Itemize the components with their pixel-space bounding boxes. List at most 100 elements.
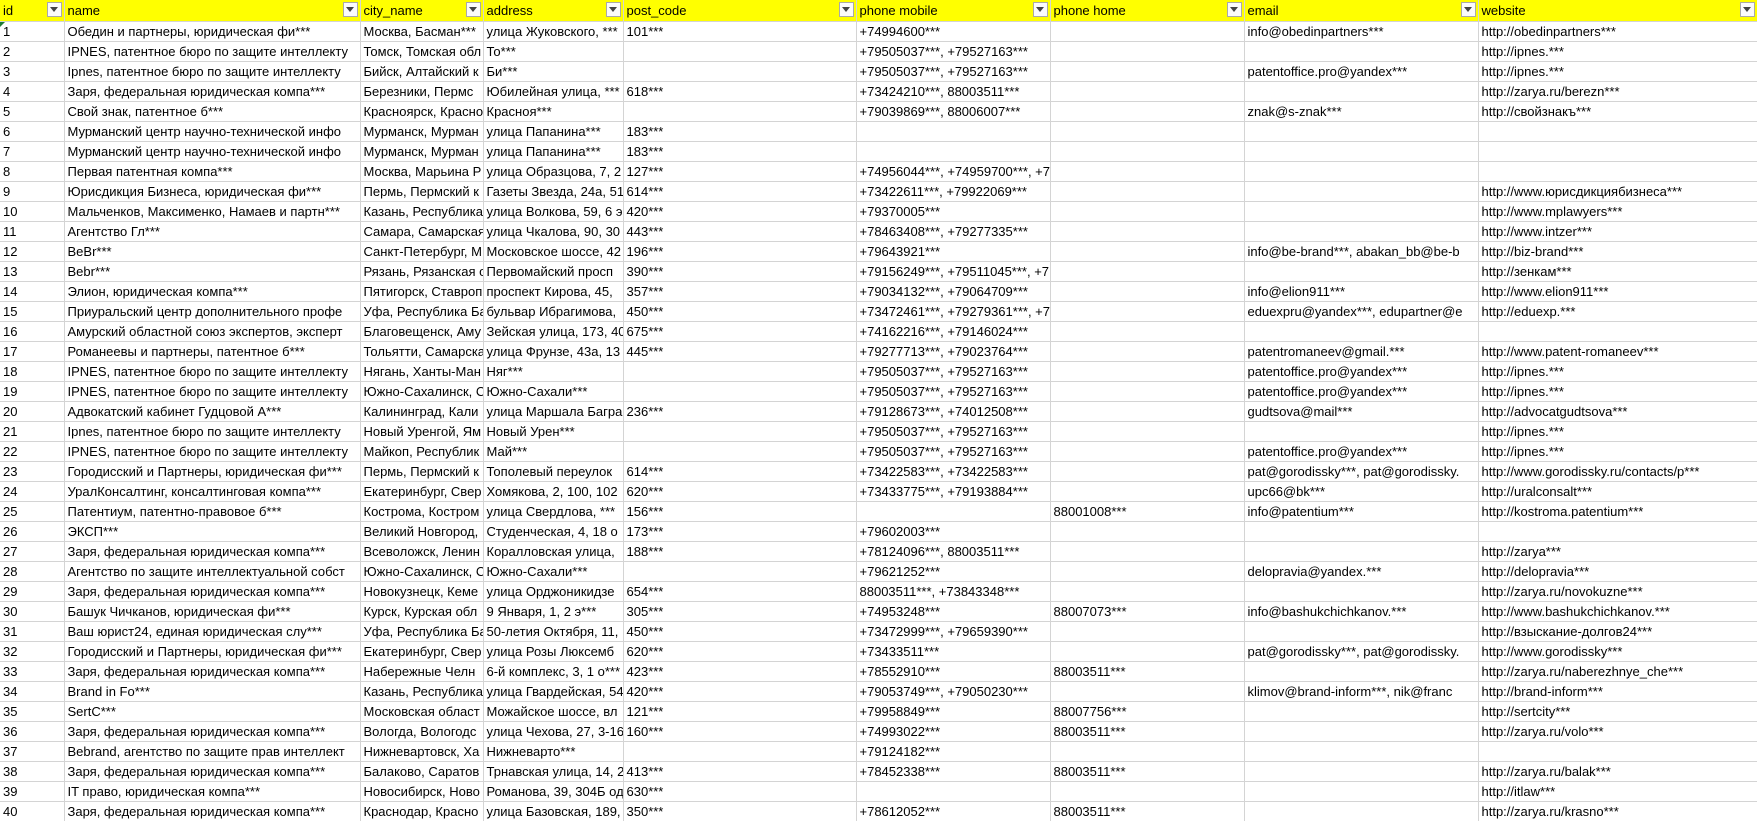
- table-cell[interactable]: [623, 441, 857, 462]
- table-cell[interactable]: +78452338***: [856, 761, 1051, 782]
- table-cell[interactable]: Новый Уренгой, Ям: [360, 421, 484, 442]
- table-cell[interactable]: Bebrand, агентство по защите прав интелл…: [64, 741, 361, 762]
- table-cell[interactable]: http://brand-inform***: [1478, 681, 1757, 702]
- table-cell[interactable]: ЭКСП***: [64, 521, 361, 542]
- table-cell[interactable]: Заря, федеральная юридическая компа***: [64, 541, 361, 562]
- table-cell[interactable]: Коралловская улица,: [483, 541, 624, 562]
- table-cell[interactable]: http://zarya.ru/naberezhnye_che***: [1478, 661, 1757, 682]
- table-cell[interactable]: [1244, 621, 1479, 642]
- table-cell[interactable]: [623, 381, 857, 402]
- table-cell[interactable]: То***: [483, 41, 624, 62]
- table-cell[interactable]: Южно-Сахалинск, С: [360, 381, 484, 402]
- table-cell[interactable]: улица Жуковского, ***: [483, 21, 624, 42]
- table-cell[interactable]: 614***: [623, 181, 857, 202]
- table-cell[interactable]: klimov@brand-inform***, nik@franc: [1244, 681, 1479, 702]
- table-cell[interactable]: 88003511***: [1050, 801, 1245, 821]
- table-cell[interactable]: http://www.bashukchichkanov.***: [1478, 601, 1757, 622]
- table-cell[interactable]: [623, 421, 857, 442]
- table-cell[interactable]: znak@s-znak***: [1244, 101, 1479, 122]
- table-cell[interactable]: eduexpru@yandex***, edupartner@e: [1244, 301, 1479, 322]
- table-cell[interactable]: [1050, 41, 1245, 62]
- table-cell[interactable]: Можайское шоссе, вл: [483, 701, 624, 722]
- table-cell[interactable]: 26: [0, 521, 65, 542]
- table-cell[interactable]: [1244, 421, 1479, 442]
- table-cell[interactable]: 445***: [623, 341, 857, 362]
- table-cell[interactable]: Пермь, Пермский к: [360, 461, 484, 482]
- table-cell[interactable]: +79156249***, +79511045***, +7: [856, 261, 1051, 282]
- table-cell[interactable]: +79053749***, +79050230***: [856, 681, 1051, 702]
- table-cell[interactable]: [1244, 781, 1479, 802]
- table-cell[interactable]: 121***: [623, 701, 857, 722]
- table-cell[interactable]: [1244, 721, 1479, 742]
- table-cell[interactable]: 9 Января, 1, 2 э***: [483, 601, 624, 622]
- table-cell[interactable]: +74994600***: [856, 21, 1051, 42]
- table-cell[interactable]: +73433775***, +79193884***: [856, 481, 1051, 502]
- table-cell[interactable]: [1050, 481, 1245, 502]
- table-cell[interactable]: Калининград, Кали: [360, 401, 484, 422]
- table-cell[interactable]: +74993022***: [856, 721, 1051, 742]
- table-cell[interactable]: patentoffice.pro@yandex***: [1244, 381, 1479, 402]
- table-cell[interactable]: Романеевы и партнеры, патентное б***: [64, 341, 361, 362]
- table-cell[interactable]: 50-летия Октября, 11,: [483, 621, 624, 642]
- table-cell[interactable]: 654***: [623, 581, 857, 602]
- table-cell[interactable]: [1244, 201, 1479, 222]
- table-cell[interactable]: delopravia@yandex.***: [1244, 561, 1479, 582]
- table-cell[interactable]: 675***: [623, 321, 857, 342]
- table-cell[interactable]: [1050, 421, 1245, 442]
- table-cell[interactable]: http://ipnes.***: [1478, 441, 1757, 462]
- table-cell[interactable]: +73472461***, +79279361***, +7: [856, 301, 1051, 322]
- table-cell[interactable]: Казань, Республика: [360, 681, 484, 702]
- table-cell[interactable]: http://www.mplawyers***: [1478, 201, 1757, 222]
- table-cell[interactable]: Томск, Томская обл: [360, 41, 484, 62]
- table-cell[interactable]: Московская област: [360, 701, 484, 722]
- table-cell[interactable]: +73424210***, 88003511***: [856, 81, 1051, 102]
- filter-dropdown-icon[interactable]: [1460, 2, 1476, 17]
- table-cell[interactable]: [1050, 441, 1245, 462]
- table-cell[interactable]: gudtsova@mail***: [1244, 401, 1479, 422]
- table-cell[interactable]: Заря, федеральная юридическая компа***: [64, 661, 361, 682]
- table-cell[interactable]: Заря, федеральная юридическая компа***: [64, 81, 361, 102]
- table-cell[interactable]: patentoffice.pro@yandex***: [1244, 441, 1479, 462]
- table-cell[interactable]: [623, 61, 857, 82]
- table-cell[interactable]: SertC***: [64, 701, 361, 722]
- table-cell[interactable]: Екатеринбург, Свер: [360, 641, 484, 662]
- table-cell[interactable]: [623, 41, 857, 62]
- table-cell[interactable]: 32: [0, 641, 65, 662]
- table-cell[interactable]: Юрисдикция Бизнеса, юридическая фи***: [64, 181, 361, 202]
- table-cell[interactable]: 38: [0, 761, 65, 782]
- table-cell[interactable]: улица Папанина***: [483, 141, 624, 162]
- table-cell[interactable]: http://www.elion911***: [1478, 281, 1757, 302]
- table-cell[interactable]: 420***: [623, 201, 857, 222]
- table-cell[interactable]: http://biz-brand***: [1478, 241, 1757, 262]
- table-cell[interactable]: Москва, Басман***: [360, 21, 484, 42]
- table-cell[interactable]: [623, 561, 857, 582]
- table-cell[interactable]: 7: [0, 141, 65, 162]
- table-cell[interactable]: Красноя***: [483, 101, 624, 122]
- table-cell[interactable]: +79370005***: [856, 201, 1051, 222]
- table-cell[interactable]: 24: [0, 481, 65, 502]
- table-cell[interactable]: 620***: [623, 481, 857, 502]
- table-cell[interactable]: 88001008***: [1050, 501, 1245, 522]
- table-cell[interactable]: [1244, 801, 1479, 821]
- table-cell[interactable]: http://зенкам***: [1478, 261, 1757, 282]
- table-cell[interactable]: [1050, 281, 1245, 302]
- table-cell[interactable]: 17: [0, 341, 65, 362]
- table-cell[interactable]: Благовещенск, Аму: [360, 321, 484, 342]
- table-cell[interactable]: Курск, Курская обл: [360, 601, 484, 622]
- table-cell[interactable]: http://ipnes.***: [1478, 421, 1757, 442]
- table-cell[interactable]: http://zarya.ru/krasno***: [1478, 801, 1757, 821]
- table-cell[interactable]: Няг***: [483, 361, 624, 382]
- table-cell[interactable]: IPNES, патентное бюро по защите интеллек…: [64, 41, 361, 62]
- table-cell[interactable]: 1: [0, 21, 65, 42]
- table-cell[interactable]: Березники, Пермс: [360, 81, 484, 102]
- table-cell[interactable]: 101***: [623, 21, 857, 42]
- table-cell[interactable]: 12: [0, 241, 65, 262]
- table-cell[interactable]: [1050, 781, 1245, 802]
- table-cell[interactable]: 88007073***: [1050, 601, 1245, 622]
- table-cell[interactable]: Юбилейная улица, ***: [483, 81, 624, 102]
- table-cell[interactable]: 156***: [623, 501, 857, 522]
- table-cell[interactable]: pat@gorodissky***, pat@gorodissky.: [1244, 641, 1479, 662]
- table-cell[interactable]: 183***: [623, 121, 857, 142]
- table-cell[interactable]: 413***: [623, 761, 857, 782]
- table-cell[interactable]: Пермь, Пермский к: [360, 181, 484, 202]
